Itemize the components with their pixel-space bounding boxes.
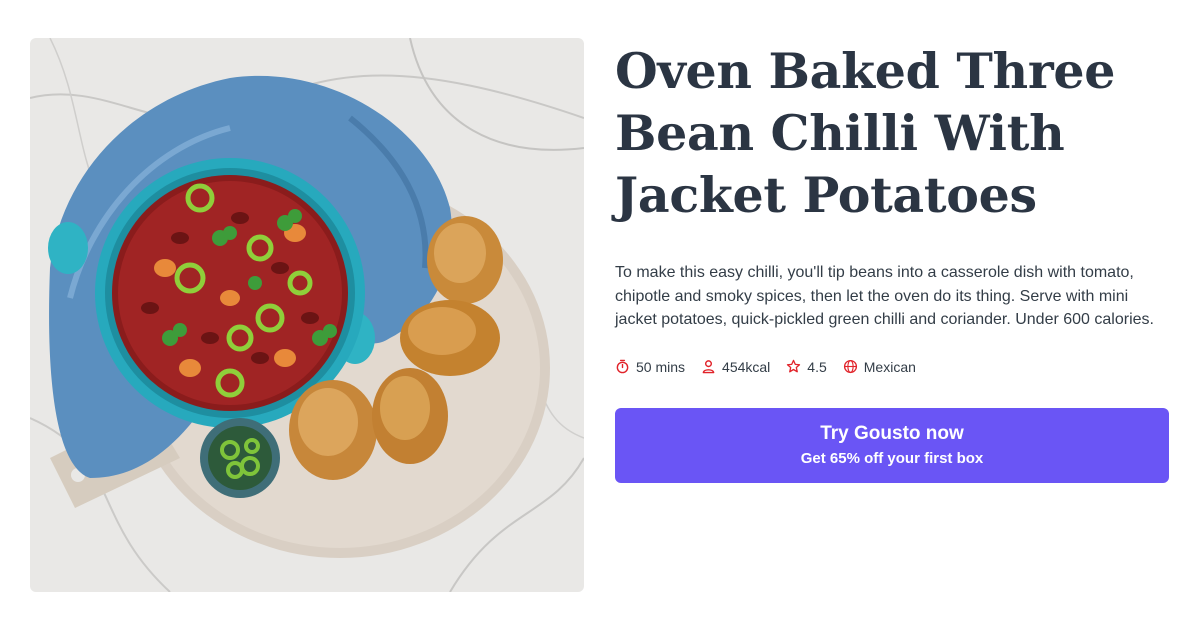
recipe-photo: [30, 38, 584, 592]
star-icon: [787, 359, 801, 373]
recipe-details: Oven Baked Three Bean Chilli With Jacket…: [615, 40, 1171, 483]
recipe-title: Oven Baked Three Bean Chilli With Jacket…: [615, 42, 1116, 224]
cta-secondary-label: Get 65% off your first box: [800, 449, 984, 467]
globe-icon: [843, 359, 857, 374]
meta-rating: 4.5: [786, 358, 827, 375]
meta-time-label: 50 mins: [636, 358, 686, 375]
timer-icon: [616, 359, 629, 374]
meta-calories-label: 454kcal: [722, 358, 771, 375]
cta-primary-label: Try Gousto now: [820, 422, 964, 444]
meta-cuisine-label: Mexican: [863, 358, 916, 375]
meta-cuisine: Mexican: [843, 359, 916, 375]
try-gousto-button[interactable]: Try Gousto now Get 65% off your first bo…: [615, 407, 1169, 483]
meta-time: 50 mins: [615, 359, 685, 375]
meta-calories: 454kcal: [701, 359, 770, 375]
meta-rating-label: 4.5: [807, 358, 827, 375]
person-icon: [702, 360, 715, 374]
recipe-meta: 50 mins 454kcal 4.5 Mexican: [615, 357, 1171, 377]
recipe-description: To make this easy chilli, you'll tip bea…: [615, 264, 1154, 328]
